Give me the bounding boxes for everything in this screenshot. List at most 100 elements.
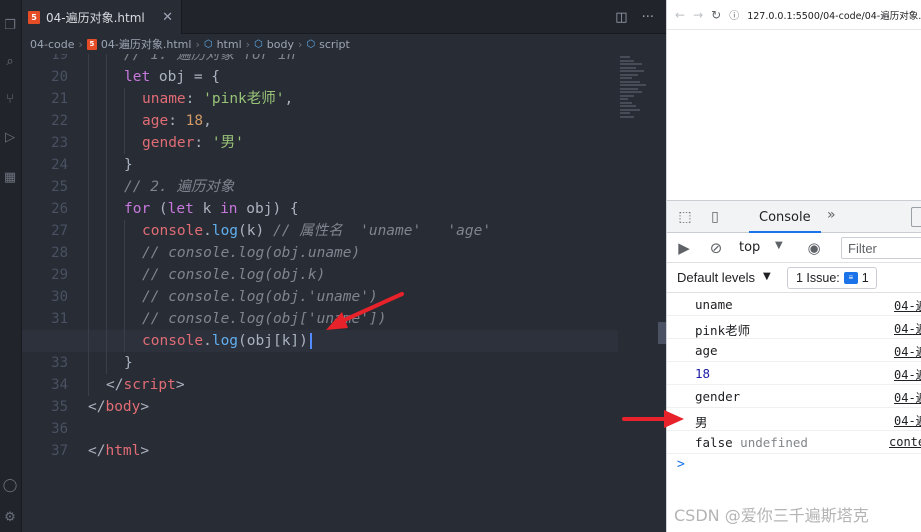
console-row: gender 04-遍 <box>667 385 921 408</box>
indent-guide <box>106 352 124 374</box>
close-icon[interactable]: ✕ <box>162 10 173 25</box>
code-line[interactable]: // 1. 遍历对象 for in <box>88 54 296 66</box>
line-number: 34 <box>51 377 68 393</box>
html5-icon: 5 <box>28 10 40 24</box>
breadcrumb-folder[interactable]: 04-code <box>30 38 75 51</box>
breadcrumb-file[interactable]: 04-遍历对象.html <box>101 36 192 52</box>
editor-scrollbar[interactable] <box>658 54 666 532</box>
extensions-icon[interactable]: ▦ <box>2 170 18 186</box>
indent-guide <box>106 198 124 220</box>
code-line[interactable]: // console.log(obj.uname) <box>88 242 360 264</box>
breadcrumb-body[interactable]: body <box>267 38 294 51</box>
console-prompt[interactable]: > <box>677 457 685 472</box>
settings-gear-icon[interactable]: ⚙ <box>2 510 18 526</box>
breadcrumb-script[interactable]: script <box>319 38 350 51</box>
code-line[interactable]: uname: 'pink老师', <box>88 88 293 110</box>
line-number: 29 <box>51 267 68 283</box>
code-line[interactable]: </body> <box>88 396 149 418</box>
caret-down-icon[interactable]: ▼ <box>763 271 771 282</box>
code-line[interactable]: gender: '男' <box>88 132 244 154</box>
caret-down-icon[interactable]: ▼ <box>775 240 783 251</box>
search-icon[interactable]: ⌕ <box>2 54 18 70</box>
device-toolbar-icon[interactable]: ▯ <box>707 209 723 225</box>
source-link[interactable]: 04-遍 <box>894 389 921 406</box>
scrollbar-thumb[interactable] <box>658 322 666 344</box>
clear-console-icon[interactable]: ⊘ <box>707 239 725 257</box>
chevron-right-icon: › <box>298 37 303 51</box>
sidebar-toggle-icon[interactable]: ▶ <box>675 239 693 257</box>
url-text[interactable]: 127.0.0.1:5500/04-code/04-遍历对象.html <box>747 8 921 22</box>
code-line[interactable]: // console.log(obj['uname']) <box>88 308 386 330</box>
issues-button[interactable]: 1 Issue: ≡ 1 <box>787 267 877 289</box>
element-icon: ⬡ <box>254 38 263 50</box>
explorer-icon[interactable]: ❐ <box>2 18 18 34</box>
minimap-line <box>620 98 628 100</box>
source-link[interactable]: 04-遍 <box>894 320 921 337</box>
indent-guide <box>88 220 106 242</box>
source-link[interactable]: 04-遍 <box>894 412 921 429</box>
code-token: '男' <box>211 135 244 151</box>
indent-guide <box>88 110 106 132</box>
tab-console[interactable]: Console <box>749 201 821 233</box>
console-value-undefined: undefined <box>740 435 808 450</box>
code-line[interactable]: // console.log(obj.k) <box>88 264 325 286</box>
code-lines[interactable]: // 1. 遍历对象 for in let obj = {uname: 'pink… <box>22 54 618 532</box>
code-line[interactable]: let obj = { <box>88 66 220 88</box>
source-control-icon[interactable]: ⑂ <box>2 92 18 108</box>
line-number: 36 <box>51 421 68 437</box>
minimap-line <box>620 66 636 69</box>
issue-message-icon: ≡ <box>843 272 858 284</box>
code-token: , <box>203 113 212 129</box>
live-expression-eye-icon[interactable]: ◉ <box>805 239 823 257</box>
log-levels-dropdown[interactable]: Default levels <box>677 270 755 285</box>
code-token: gender <box>142 135 195 151</box>
code-area[interactable]: 19202122232425262728293031323334353637 /… <box>22 54 618 532</box>
split-editor-icon[interactable]: ◫ <box>615 10 627 25</box>
breadcrumb-html[interactable]: html <box>217 38 242 51</box>
inspect-element-icon[interactable]: ⬚ <box>677 209 693 225</box>
source-link[interactable]: 04-遍 <box>894 297 921 314</box>
source-link[interactable]: conte <box>889 435 921 449</box>
code-line[interactable]: for (let k in obj) { <box>88 198 299 220</box>
code-line[interactable]: age: 18, <box>88 110 212 132</box>
tab-04-html[interactable]: 5 04-遍历对象.html ✕ <box>22 0 182 34</box>
line-number: 19 <box>51 54 68 63</box>
back-arrow-icon[interactable]: ← <box>675 8 685 22</box>
indent-guide <box>106 132 124 154</box>
code-token: age <box>142 113 169 129</box>
console-message: 18 <box>695 366 711 381</box>
source-link[interactable]: 04-遍 <box>894 366 921 383</box>
code-line[interactable]: } <box>88 352 133 374</box>
code-line[interactable]: // console.log(obj.'uname') <box>88 286 378 308</box>
chevron-right-icon: › <box>245 37 251 51</box>
code-line[interactable]: </html> <box>88 440 149 462</box>
code-token: k <box>193 201 221 217</box>
more-tabs-icon[interactable]: » <box>827 207 836 223</box>
code-line[interactable]: console.log(k) // 属性名 'uname' 'age' <box>88 220 491 242</box>
code-line[interactable]: // 2. 遍历对象 <box>88 176 234 198</box>
run-debug-icon[interactable]: ▷ <box>2 130 18 146</box>
console-row: 男 04-遍 <box>667 408 921 431</box>
filter-input[interactable] <box>841 237 921 259</box>
forward-arrow-icon[interactable]: → <box>693 8 703 22</box>
source-link[interactable]: 04-遍 <box>894 343 921 360</box>
html5-icon: 5 <box>86 38 97 50</box>
context-selector[interactable]: top <box>739 240 760 255</box>
indent-guide <box>124 88 142 110</box>
more-actions-icon[interactable]: ··· <box>642 10 654 25</box>
devtools-settings-icon[interactable] <box>911 207 921 227</box>
indent-guide <box>106 54 124 66</box>
code-token: body <box>105 399 141 415</box>
code-token: </ <box>106 377 124 393</box>
minimap[interactable] <box>618 54 658 532</box>
account-icon[interactable]: ◯ <box>2 478 18 494</box>
code-line[interactable]: console.log(obj[k]) <box>22 330 618 352</box>
minimap-line <box>620 94 634 97</box>
code-line[interactable]: </script> <box>88 374 185 396</box>
code-line[interactable]: } <box>88 154 133 176</box>
minimap-line <box>620 115 634 118</box>
site-info-icon[interactable]: ⓘ <box>729 7 739 22</box>
indent-guide <box>106 286 124 308</box>
reload-icon[interactable]: ↻ <box>711 8 721 22</box>
indent-guide <box>106 242 124 264</box>
